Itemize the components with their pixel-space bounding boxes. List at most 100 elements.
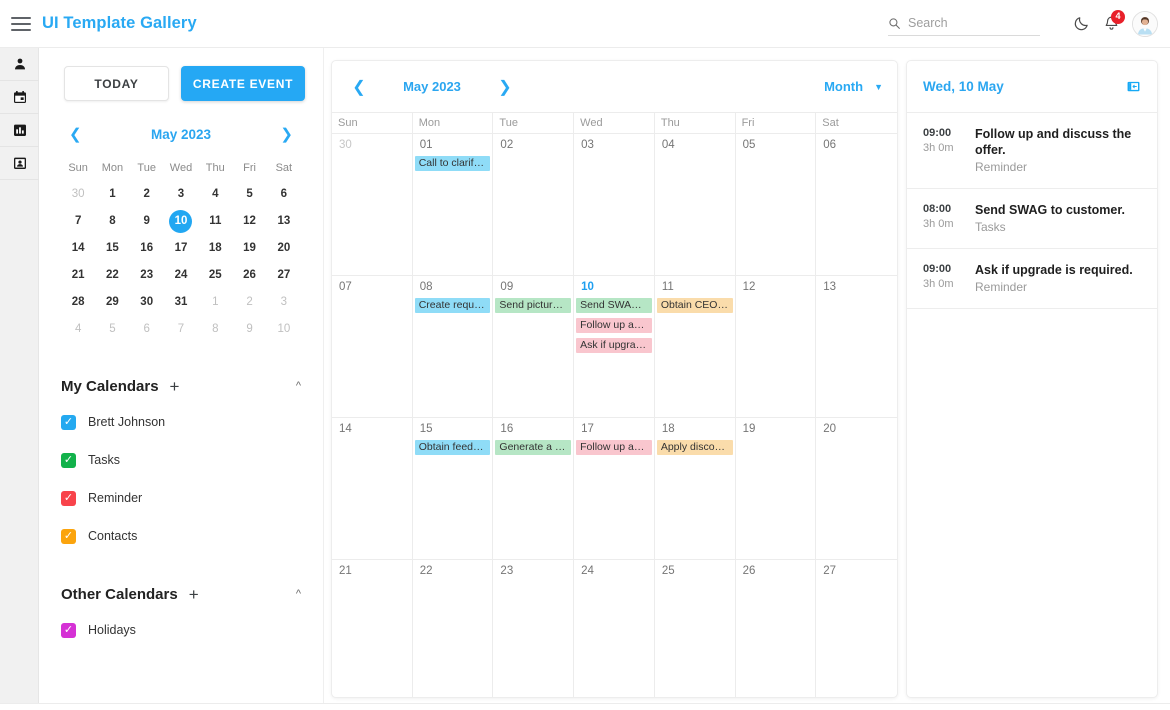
mini-day-cell[interactable]: 28	[61, 289, 95, 316]
calendar-event-chip[interactable]: Follow up and...	[576, 318, 652, 333]
agenda-item[interactable]: 08:00 3h 0m Send SWAG to customer. Tasks	[907, 189, 1157, 249]
mini-day-cell[interactable]: 3	[164, 181, 198, 208]
my-calendar-item[interactable]: ✓ Brett Johnson	[61, 407, 301, 437]
other-calendar-item[interactable]: ✓ Holidays	[61, 615, 301, 645]
mini-day-cell[interactable]: 27	[267, 262, 301, 289]
calendar-day-cell[interactable]: 16 Generate a qu...	[493, 418, 575, 560]
calendar-day-cell[interactable]: 19	[735, 418, 817, 560]
mini-day-cell[interactable]: 4	[61, 316, 95, 343]
mini-day-cell[interactable]: 29	[95, 289, 129, 316]
mini-day-cell[interactable]: 1	[198, 289, 232, 316]
mini-day-cell[interactable]: 5	[232, 181, 266, 208]
checkbox-icon[interactable]: ✓	[61, 490, 76, 506]
calendar-day-cell[interactable]: 08 Create reques...	[412, 276, 494, 418]
mini-day-cell[interactable]: 30	[130, 289, 164, 316]
calendar-event-chip[interactable]: Create reques...	[414, 298, 491, 313]
mini-day-cell[interactable]: 30	[61, 181, 95, 208]
mini-day-cell[interactable]: 12	[232, 208, 266, 235]
mini-day-cell[interactable]: 1	[95, 181, 129, 208]
mini-day-cell[interactable]: 26	[232, 262, 266, 289]
calendar-event-chip[interactable]: Generate a qu...	[495, 440, 572, 455]
mini-day-cell[interactable]: 3	[267, 289, 301, 316]
add-other-calendar-icon[interactable]: +	[189, 586, 199, 603]
calendar-day-cell[interactable]: 10 Send SWAG t... Follow up and... Ask if u…	[574, 276, 655, 418]
calendar-event-chip[interactable]: Call to clarify ...	[414, 156, 491, 171]
calendar-event-chip[interactable]: Send SWAG t...	[576, 298, 652, 313]
checkbox-icon[interactable]: ✓	[61, 452, 76, 468]
mini-day-cell[interactable]: 6	[267, 181, 301, 208]
mini-day-cell[interactable]: 13	[267, 208, 301, 235]
calendar-day-cell[interactable]: 18 Apply discou...	[654, 418, 736, 560]
my-calendar-item[interactable]: ✓ Tasks	[61, 445, 301, 475]
mini-day-cell[interactable]: 22	[95, 262, 129, 289]
calendar-day-cell[interactable]: 05	[735, 134, 817, 276]
mini-day-cell[interactable]: 24	[164, 262, 198, 289]
rail-item-profile[interactable]	[0, 48, 39, 81]
checkbox-icon[interactable]: ✓	[61, 414, 76, 430]
calendar-day-cell[interactable]: 06	[816, 134, 897, 276]
calendar-next-icon[interactable]: ❯	[492, 74, 518, 100]
calendar-day-cell[interactable]: 20	[816, 418, 897, 560]
mini-day-cell[interactable]: 7	[61, 208, 95, 235]
calendar-day-cell[interactable]: 30	[332, 134, 413, 276]
calendar-day-cell[interactable]: 09 Send pictures...	[493, 276, 575, 418]
mini-day-cell[interactable]: 16	[130, 235, 164, 262]
collapse-panel-button[interactable]	[1126, 79, 1141, 94]
mini-day-cell[interactable]: 9	[130, 208, 164, 235]
mini-day-cell[interactable]: 21	[61, 262, 95, 289]
collapse-my-calendars-icon[interactable]: ^	[296, 380, 301, 392]
calendar-day-cell[interactable]: 21	[332, 560, 413, 697]
calendar-event-chip[interactable]: Send pictures...	[495, 298, 572, 313]
calendar-day-cell[interactable]: 23	[493, 560, 575, 697]
calendar-view-selector[interactable]: Month ▼	[824, 79, 883, 94]
rail-item-calendar[interactable]	[0, 81, 39, 114]
create-event-button[interactable]: CREATE EVENT	[181, 66, 305, 101]
calendar-day-cell[interactable]: 12	[735, 276, 817, 418]
calendar-day-cell[interactable]: 14	[332, 418, 413, 560]
mini-day-cell[interactable]: 2	[232, 289, 266, 316]
calendar-event-chip[interactable]: Obtain feedb...	[414, 440, 491, 455]
calendar-day-cell[interactable]: 27	[816, 560, 897, 697]
search-input[interactable]	[908, 13, 1028, 33]
checkbox-icon[interactable]: ✓	[61, 528, 76, 544]
mini-day-cell[interactable]: 10	[164, 208, 198, 235]
calendar-day-cell[interactable]: 25	[655, 560, 736, 697]
calendar-day-cell[interactable]: 02	[493, 134, 575, 276]
calendar-event-chip[interactable]: Follow up and...	[576, 440, 652, 455]
add-my-calendar-icon[interactable]: +	[170, 378, 180, 395]
mini-day-cell[interactable]: 7	[164, 316, 198, 343]
mini-day-cell[interactable]: 5	[95, 316, 129, 343]
mini-next-month-icon[interactable]: ❯	[277, 127, 296, 142]
mini-prev-month-icon[interactable]: ❮	[66, 127, 85, 142]
calendar-day-cell[interactable]: 01 Call to clarify ...	[412, 134, 494, 276]
hamburger-icon[interactable]	[11, 16, 31, 31]
mini-day-cell[interactable]: 14	[61, 235, 95, 262]
my-calendar-item[interactable]: ✓ Reminder	[61, 483, 301, 513]
calendar-day-cell[interactable]: 26	[736, 560, 817, 697]
calendar-day-cell[interactable]: 03	[574, 134, 655, 276]
mini-day-cell[interactable]: 20	[267, 235, 301, 262]
rail-item-contacts[interactable]	[0, 147, 39, 180]
mini-day-cell[interactable]: 19	[232, 235, 266, 262]
mini-day-cell[interactable]: 25	[198, 262, 232, 289]
calendar-day-cell[interactable]: 17 Follow up and...	[574, 418, 655, 560]
mini-day-cell[interactable]: 31	[164, 289, 198, 316]
calendar-day-cell[interactable]: 07	[332, 276, 413, 418]
today-button[interactable]: TODAY	[64, 66, 170, 101]
mini-day-cell[interactable]: 8	[198, 316, 232, 343]
calendar-event-chip[interactable]: Apply discou...	[656, 440, 733, 455]
mini-day-cell[interactable]: 6	[130, 316, 164, 343]
calendar-day-cell[interactable]: 13	[816, 276, 897, 418]
calendar-day-cell[interactable]: 11 Obtain CEO c...	[654, 276, 736, 418]
calendar-prev-icon[interactable]: ❮	[346, 74, 372, 100]
calendar-day-cell[interactable]: 22	[413, 560, 494, 697]
mini-day-cell[interactable]: 23	[130, 262, 164, 289]
my-calendar-item[interactable]: ✓ Contacts	[61, 521, 301, 551]
mini-day-cell[interactable]: 9	[232, 316, 266, 343]
collapse-other-calendars-icon[interactable]: ^	[296, 588, 301, 600]
theme-toggle-button[interactable]	[1066, 9, 1096, 39]
search-box[interactable]	[888, 12, 1040, 36]
mini-day-cell[interactable]: 4	[198, 181, 232, 208]
rail-item-reports[interactable]	[0, 114, 39, 147]
calendar-event-chip[interactable]: Obtain CEO c...	[656, 298, 733, 313]
